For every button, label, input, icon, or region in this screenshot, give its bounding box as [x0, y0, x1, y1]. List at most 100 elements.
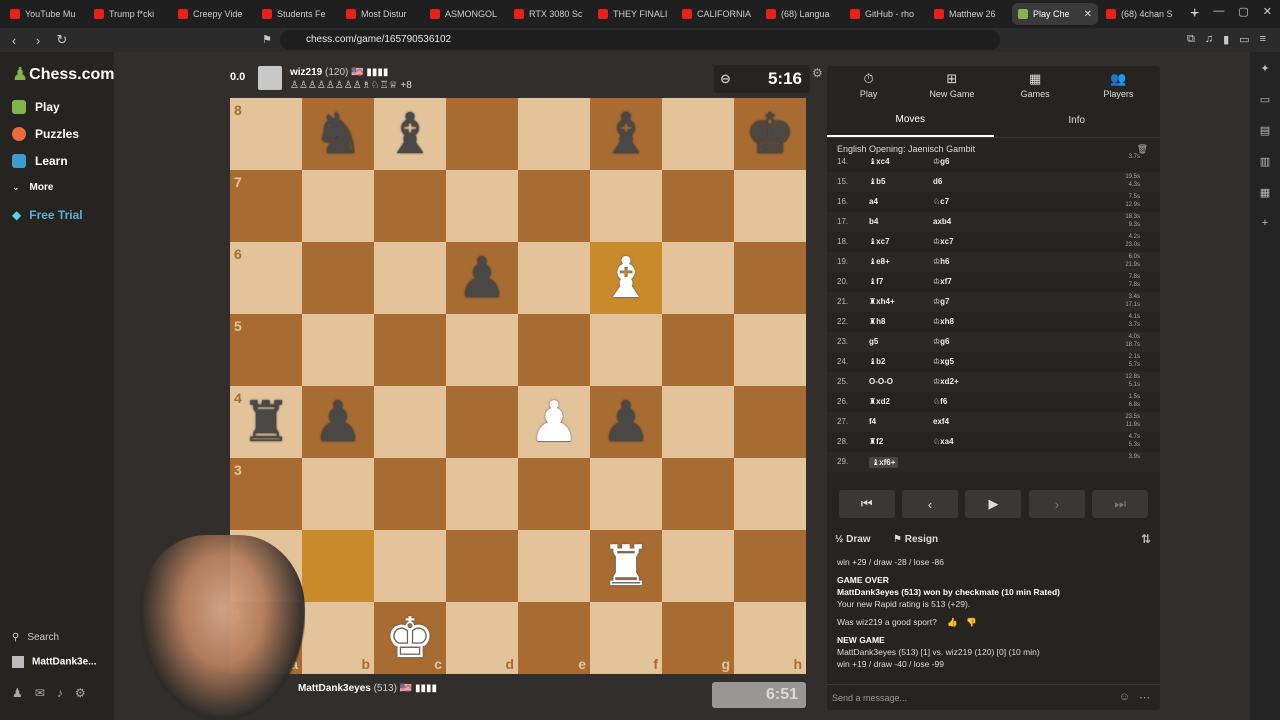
square-d4[interactable] — [446, 386, 518, 458]
white-move[interactable]: g5 — [869, 337, 878, 346]
piece-d6[interactable]: ♟ — [446, 242, 518, 314]
black-move[interactable]: ♔xf7 — [933, 277, 952, 286]
minimize-icon[interactable]: — — [1213, 5, 1224, 18]
white-move[interactable]: ♜h8 — [869, 317, 886, 326]
prev-move-button[interactable]: ‹ — [902, 490, 959, 518]
tab-games[interactable]: ▦ Games — [994, 66, 1077, 104]
piece-f6[interactable]: ♝ — [590, 242, 662, 314]
browser-tab[interactable]: Play Che ✕ — [1012, 3, 1098, 25]
browser-tab[interactable]: CALIFORNIA — [676, 3, 758, 25]
white-move[interactable]: ♝f7 — [869, 277, 883, 286]
square-h3[interactable] — [734, 458, 806, 530]
browser-tab[interactable]: (68) 4chan S — [1100, 3, 1182, 25]
square-a6[interactable]: 6 — [230, 242, 302, 314]
black-move[interactable]: ♔g7 — [933, 297, 950, 306]
square-f3[interactable] — [590, 458, 662, 530]
black-move[interactable]: axb4 — [933, 217, 951, 226]
square-g1[interactable]: g — [662, 602, 734, 674]
mail-icon[interactable]: ✉ — [35, 686, 45, 700]
black-move[interactable]: ♘c7 — [933, 197, 949, 206]
first-move-button[interactable]: ⏮ — [838, 490, 895, 518]
sidebar-item-play[interactable]: Play — [12, 100, 60, 114]
white-move[interactable]: ♜xd2 — [869, 397, 890, 406]
tab-new-game[interactable]: ⊞ New Game — [910, 66, 993, 104]
white-move[interactable]: ♝b2 — [869, 357, 886, 366]
side-notes-icon[interactable]: ▥ — [1260, 155, 1270, 168]
forward-icon[interactable]: › — [28, 33, 48, 48]
chesscom-logo[interactable]: ♟ Chess.com — [12, 64, 115, 85]
piece-e4[interactable]: ♟ — [518, 386, 590, 458]
piece-c1[interactable]: ♚ — [374, 602, 446, 674]
piece-a4[interactable]: ♜ — [230, 386, 302, 458]
square-g7[interactable] — [662, 170, 734, 242]
settings-gear-icon[interactable]: ⚙ — [75, 686, 86, 700]
opponent-name[interactable]: wiz219 (120) 🇺🇸 ▮▮▮▮ — [290, 67, 388, 78]
bookmark-icon[interactable]: ⚑ — [262, 33, 272, 46]
black-move[interactable]: ♘f6 — [933, 397, 947, 406]
black-move[interactable]: ♔g6 — [933, 157, 950, 166]
square-f1[interactable]: f — [590, 602, 662, 674]
close-tab-icon[interactable]: ✕ — [1084, 9, 1092, 20]
player-name[interactable]: MattDank3eyes (513) 🇺🇸 ▮▮▮▮ — [298, 683, 437, 694]
square-h6[interactable] — [734, 242, 806, 314]
square-h7[interactable] — [734, 170, 806, 242]
square-b5[interactable] — [302, 314, 374, 386]
square-g6[interactable] — [662, 242, 734, 314]
square-e8[interactable] — [518, 98, 590, 170]
draw-button[interactable]: ½ Draw — [835, 534, 871, 545]
extensions-icon[interactable]: ⧉ — [1187, 33, 1195, 46]
square-c4[interactable] — [374, 386, 446, 458]
sidebar-item-free-trial[interactable]: ◆ Free Trial — [12, 208, 83, 222]
flip-board-icon[interactable]: ⇅ — [1141, 532, 1151, 546]
browser-tab[interactable]: RTX 3080 Sc — [508, 3, 590, 25]
black-move[interactable]: ♔h6 — [933, 257, 950, 266]
play-moves-button[interactable]: ▶ — [965, 490, 1022, 518]
square-g8[interactable] — [662, 98, 734, 170]
black-move[interactable]: d6 — [933, 177, 942, 186]
square-b3[interactable] — [302, 458, 374, 530]
side-list-icon[interactable]: ▤ — [1260, 124, 1270, 137]
opponent-avatar[interactable] — [258, 66, 282, 90]
white-move[interactable]: ♜f2 — [869, 437, 883, 446]
sidebar-item-puzzles[interactable]: Puzzles — [12, 127, 79, 141]
square-c6[interactable] — [374, 242, 446, 314]
square-e5[interactable] — [518, 314, 590, 386]
black-move[interactable]: ♘xa4 — [933, 437, 954, 446]
square-g3[interactable] — [662, 458, 734, 530]
browser-tab[interactable]: THEY FINALI — [592, 3, 674, 25]
music-icon[interactable]: ♫ — [1205, 33, 1213, 46]
maximize-icon[interactable]: ▢ — [1238, 5, 1248, 18]
black-move[interactable]: ♔xd2+ — [933, 377, 959, 386]
browser-tab[interactable]: Most Distur — [340, 3, 422, 25]
piece-c8[interactable]: ♝ — [374, 98, 446, 170]
back-icon[interactable]: ‹ — [4, 33, 24, 48]
square-c3[interactable] — [374, 458, 446, 530]
square-a5[interactable]: 5 — [230, 314, 302, 386]
bell-icon[interactable]: ♪ — [57, 686, 63, 700]
square-g4[interactable] — [662, 386, 734, 458]
tab-players[interactable]: 👥 Players — [1077, 66, 1160, 104]
square-c5[interactable] — [374, 314, 446, 386]
emoji-icon[interactable]: ☺ — [1119, 691, 1130, 703]
square-e3[interactable] — [518, 458, 590, 530]
sidebar-toggle-icon[interactable]: ▮ — [1223, 33, 1229, 46]
square-b7[interactable] — [302, 170, 374, 242]
resign-button[interactable]: ⚑ Resign — [893, 534, 938, 545]
side-ai-icon[interactable]: ✦ — [1260, 62, 1269, 75]
black-move[interactable]: ♔g6 — [933, 337, 950, 346]
square-d2[interactable] — [446, 530, 518, 602]
square-g5[interactable] — [662, 314, 734, 386]
black-move[interactable]: ♔xh8 — [933, 317, 954, 326]
browser-tab[interactable]: ASMONGOL — [424, 3, 506, 25]
piece-f8[interactable]: ♝ — [590, 98, 662, 170]
piece-f4[interactable]: ♟ — [590, 386, 662, 458]
tab-info[interactable]: Info — [994, 104, 1161, 137]
square-h5[interactable] — [734, 314, 806, 386]
sidebar-user[interactable]: MattDank3e... — [12, 656, 96, 668]
thumbs-down-icon[interactable]: 👎 — [966, 617, 977, 627]
reload-icon[interactable]: ↻ — [52, 32, 72, 48]
friends-icon[interactable]: ♟ — [12, 686, 23, 700]
white-move[interactable]: ♝xc7 — [869, 237, 890, 246]
piece-b8[interactable]: ♞ — [302, 98, 374, 170]
browser-tab[interactable]: Trump f*cki — [88, 3, 170, 25]
